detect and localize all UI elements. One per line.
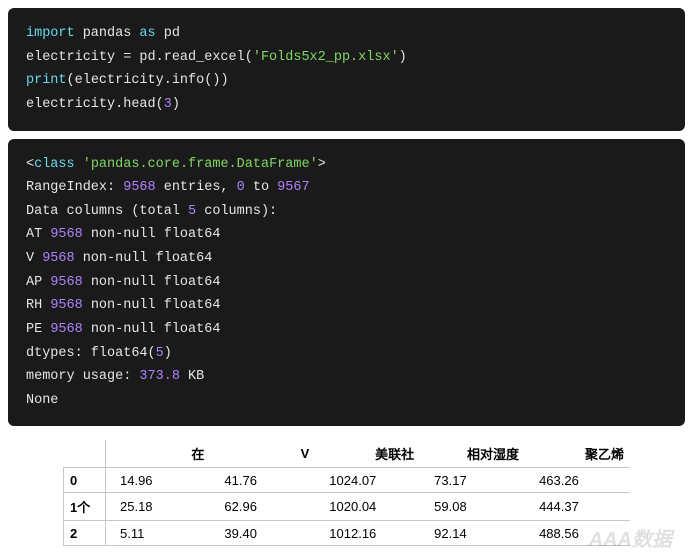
number-literal: 373.8 — [139, 369, 180, 384]
table-row: 1个 25.18 62.96 1020.04 59.08 444.37 — [64, 493, 631, 521]
output-text: non-null float64 — [83, 227, 221, 242]
code-text: pandas — [75, 26, 140, 41]
cell: 92.14 — [420, 521, 525, 546]
cell: 1024.07 — [315, 468, 420, 493]
cell: 59.08 — [420, 493, 525, 521]
number-literal: 5 — [156, 346, 164, 361]
table-header-row: 在 V 美联社 相对湿度 聚乙烯 — [64, 440, 631, 468]
output-text: Data columns (total — [26, 204, 188, 219]
code-text: (electricity.info()) — [67, 73, 229, 88]
table-header: 聚乙烯 — [525, 440, 630, 468]
table-header: 美联社 — [315, 440, 420, 468]
cell: 1020.04 — [315, 493, 420, 521]
output-text: memory usage: — [26, 369, 139, 384]
output-text — [75, 157, 83, 172]
table-row: 2 5.11 39.40 1012.16 92.14 488.56 — [64, 521, 631, 546]
cell: 5.11 — [106, 521, 211, 546]
number-literal: 5 — [188, 204, 196, 219]
number-literal: 9568 — [42, 251, 74, 266]
output-text: ) — [164, 346, 172, 361]
cell: 25.18 — [106, 493, 211, 521]
cell: 39.40 — [210, 521, 315, 546]
cell: 62.96 — [210, 493, 315, 521]
output-text: V — [26, 251, 42, 266]
output-text: dtypes: float64( — [26, 346, 156, 361]
number-literal: 9568 — [50, 322, 82, 337]
number-literal: 0 — [237, 180, 245, 195]
code-text: electricity.head( — [26, 97, 164, 112]
cell: 463.26 — [525, 468, 630, 493]
output-text: PE — [26, 322, 50, 337]
number-literal: 9568 — [50, 227, 82, 242]
string-literal: 'Folds5x2_pp.xlsx' — [253, 50, 399, 65]
output-text: None — [26, 393, 58, 408]
cell: 14.96 — [106, 468, 211, 493]
code-text: pd — [156, 26, 180, 41]
cell: 488.56 — [525, 521, 630, 546]
output-text: KB — [180, 369, 204, 384]
code-text: ) — [172, 97, 180, 112]
table-header — [64, 440, 106, 468]
number-literal: 9568 — [50, 275, 82, 290]
cell: 41.76 — [210, 468, 315, 493]
output-text: entries, — [156, 180, 237, 195]
number-literal: 9567 — [277, 180, 309, 195]
output-text: non-null float64 — [83, 275, 221, 290]
cell: 1012.16 — [315, 521, 420, 546]
code-input-block: import pandas as pd electricity = pd.rea… — [8, 8, 685, 131]
dataframe-table-wrap: 在 V 美联社 相对湿度 聚乙烯 0 14.96 41.76 1024.07 7… — [63, 440, 630, 546]
builtin: print — [26, 73, 67, 88]
code-text: electricity = pd.read_excel( — [26, 50, 253, 65]
keyword: class — [34, 157, 75, 172]
string-literal: 'pandas.core.frame.DataFrame' — [83, 157, 318, 172]
number-literal: 9568 — [50, 298, 82, 313]
output-text: < — [26, 157, 34, 172]
keyword: as — [139, 26, 155, 41]
cell: 444.37 — [525, 493, 630, 521]
cell: 73.17 — [420, 468, 525, 493]
table-row: 0 14.96 41.76 1024.07 73.17 463.26 — [64, 468, 631, 493]
output-text: to — [245, 180, 277, 195]
code-text: ) — [399, 50, 407, 65]
row-index: 2 — [64, 521, 106, 546]
number-literal: 9568 — [123, 180, 155, 195]
code-output-block: <class 'pandas.core.frame.DataFrame'> Ra… — [8, 139, 685, 427]
number-literal: 3 — [164, 97, 172, 112]
keyword: import — [26, 26, 75, 41]
table-header: V — [210, 440, 315, 468]
output-text: columns): — [196, 204, 277, 219]
output-text: non-null float64 — [75, 251, 213, 266]
dataframe-table: 在 V 美联社 相对湿度 聚乙烯 0 14.96 41.76 1024.07 7… — [63, 440, 630, 546]
output-text: RangeIndex: — [26, 180, 123, 195]
row-index: 1个 — [64, 493, 106, 521]
table-header: 相对湿度 — [420, 440, 525, 468]
output-text: AP — [26, 275, 50, 290]
table-header: 在 — [106, 440, 211, 468]
row-index: 0 — [64, 468, 106, 493]
output-text: > — [318, 157, 326, 172]
output-text: AT — [26, 227, 50, 242]
output-text: RH — [26, 298, 50, 313]
output-text: non-null float64 — [83, 322, 221, 337]
output-text: non-null float64 — [83, 298, 221, 313]
